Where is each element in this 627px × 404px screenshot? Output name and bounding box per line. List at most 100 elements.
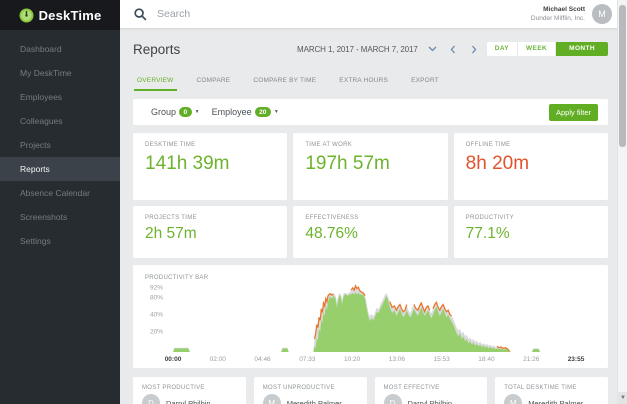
- range-day-button[interactable]: DAY: [487, 42, 518, 56]
- search-icon: [134, 8, 147, 21]
- sidebar-item-my-desktime[interactable]: My DeskTime: [0, 61, 120, 85]
- content: Reports MARCH 1, 2017 - MARCH 7, 2017 DA…: [120, 28, 627, 404]
- svg-text:18:40: 18:40: [478, 356, 495, 363]
- stat-label: OFFLINE TIME: [466, 142, 596, 148]
- scrollbar-thumb[interactable]: [619, 5, 626, 147]
- desktime-logo-icon: [19, 8, 34, 23]
- svg-text:13:06: 13:06: [389, 356, 406, 363]
- stat-card-offline-time: OFFLINE TIME 8h 20m: [454, 133, 608, 200]
- group-count-badge: 0: [179, 107, 192, 117]
- svg-text:40%: 40%: [150, 312, 163, 319]
- svg-text:23:55: 23:55: [568, 356, 585, 363]
- stat-value: 141h 39m: [145, 153, 275, 175]
- card-most-effective: MOST EFFECTIVE D Darryl Philbin: [375, 377, 488, 404]
- user-info[interactable]: Michael Scott Dunder Mifflin, Inc.: [531, 5, 585, 23]
- svg-text:04:46: 04:46: [254, 356, 271, 363]
- stat-card-desktime-time: DESKTIME TIME 141h 39m: [133, 133, 287, 200]
- card-most-productive: MOST PRODUCTIVE D Darryl Philbin: [133, 377, 246, 404]
- date-range[interactable]: MARCH 1, 2017 - MARCH 7, 2017: [297, 45, 418, 54]
- tabs: OVERVIEW COMPARE COMPARE BY TIME EXTRA H…: [133, 70, 608, 99]
- stat-label: EFFECTIVENESS: [305, 215, 435, 221]
- topbar: Michael Scott Dunder Mifflin, Inc. M: [120, 0, 627, 28]
- range-toggle: DAY WEEK MONTH: [487, 42, 608, 56]
- sidebar-menu: Dashboard My DeskTime Employees Colleagu…: [0, 30, 120, 253]
- group-filter-label[interactable]: Group: [151, 107, 176, 117]
- logo-text: DeskTime: [39, 8, 102, 23]
- apply-filter-button[interactable]: Apply filter: [549, 104, 598, 121]
- productivity-bar-chart[interactable]: 92% 80% 40% 20% 00:00 02:00 04:46 07:33 10:20 13:…: [133, 265, 602, 368]
- bcard-label: MOST UNPRODUCTIVE: [263, 385, 358, 391]
- stat-value: 77.1%: [466, 225, 596, 243]
- employee-name[interactable]: Darryl Philbin: [408, 399, 453, 404]
- tab-compare[interactable]: COMPARE: [194, 77, 234, 89]
- sidebar-item-absence-calendar[interactable]: Absence Calendar: [0, 181, 120, 205]
- sidebar-item-colleagues[interactable]: Colleagues: [0, 109, 120, 133]
- avatar: D: [142, 394, 160, 404]
- employee-name[interactable]: Meredith Palmer: [528, 399, 583, 404]
- employee-filter-label[interactable]: Employee: [212, 107, 252, 117]
- range-week-button[interactable]: WEEK: [518, 42, 556, 56]
- sidebar: DeskTime Dashboard My DeskTime Employees…: [0, 0, 120, 404]
- stats-row-1: DESKTIME TIME 141h 39m TIME AT WORK 197h…: [133, 133, 608, 200]
- sidebar-item-projects[interactable]: Projects: [0, 133, 120, 157]
- sidebar-item-screenshots[interactable]: Screenshots: [0, 205, 120, 229]
- employee-name[interactable]: Meredith Palmer: [287, 399, 342, 404]
- svg-text:10:20: 10:20: [344, 356, 361, 363]
- user-name: Michael Scott: [531, 5, 585, 14]
- svg-text:02:00: 02:00: [210, 356, 227, 363]
- svg-text:00:00: 00:00: [165, 356, 182, 363]
- stat-card-effectiveness: EFFECTIVENESS 48.76%: [293, 206, 447, 258]
- prev-period-icon[interactable]: [450, 45, 456, 54]
- scrollbar[interactable]: ▼: [617, 0, 627, 404]
- tab-extra-hours[interactable]: EXTRA HOURS: [336, 77, 391, 89]
- tab-export[interactable]: EXPORT: [408, 77, 442, 89]
- avatar: M: [504, 394, 522, 404]
- range-month-button[interactable]: MONTH: [556, 42, 608, 56]
- bcard-label: TOTAL DESKTIME TIME: [504, 385, 599, 391]
- sidebar-item-dashboard[interactable]: Dashboard: [0, 37, 120, 61]
- stat-value: 8h 20m: [466, 153, 596, 175]
- svg-text:80%: 80%: [150, 295, 163, 302]
- svg-text:20%: 20%: [150, 329, 163, 336]
- tab-overview[interactable]: OVERVIEW: [134, 77, 177, 91]
- stat-label: TIME AT WORK: [305, 142, 435, 148]
- employee-name[interactable]: Darryl Philbin: [166, 399, 211, 404]
- bottom-cards: MOST PRODUCTIVE D Darryl Philbin MOST UN…: [133, 377, 608, 404]
- stat-card-time-at-work: TIME AT WORK 197h 57m: [293, 133, 447, 200]
- avatar: M: [263, 394, 281, 404]
- sidebar-item-settings[interactable]: Settings: [0, 229, 120, 253]
- avatar: D: [384, 394, 402, 404]
- stat-value: 48.76%: [305, 225, 435, 243]
- sidebar-item-employees[interactable]: Employees: [0, 85, 120, 109]
- employee-caret-icon[interactable]: ▼: [274, 109, 279, 115]
- tab-compare-by-time[interactable]: COMPARE BY TIME: [250, 77, 319, 89]
- search-input[interactable]: [157, 8, 531, 20]
- svg-text:21:26: 21:26: [523, 356, 540, 363]
- main: Michael Scott Dunder Mifflin, Inc. M Rep…: [120, 0, 627, 404]
- logo[interactable]: DeskTime: [0, 0, 120, 30]
- stat-label: PRODUCTIVITY: [466, 215, 596, 221]
- stats-row-2: PROJECTS TIME 2h 57m EFFECTIVENESS 48.76…: [133, 206, 608, 258]
- scrollbar-down-arrow[interactable]: ▼: [618, 392, 627, 404]
- svg-text:15:53: 15:53: [434, 356, 451, 363]
- page-header: Reports MARCH 1, 2017 - MARCH 7, 2017 DA…: [133, 28, 608, 70]
- user-company: Dunder Mifflin, Inc.: [531, 14, 585, 23]
- app: DeskTime Dashboard My DeskTime Employees…: [0, 0, 627, 404]
- next-period-icon[interactable]: [471, 45, 477, 54]
- page-title: Reports: [133, 42, 180, 57]
- stat-card-productivity: PRODUCTIVITY 77.1%: [454, 206, 608, 258]
- productivity-bar-card: PRODUCTIVITY BAR 92%80%40%20%00:0002:000…: [133, 265, 608, 368]
- date-dropdown-icon[interactable]: [428, 46, 437, 52]
- bcard-label: MOST PRODUCTIVE: [142, 385, 237, 391]
- card-most-unproductive: MOST UNPRODUCTIVE M Meredith Palmer: [254, 377, 367, 404]
- sidebar-item-reports[interactable]: Reports: [0, 157, 120, 181]
- stat-value: 2h 57m: [145, 225, 275, 243]
- employee-count-badge: 20: [255, 107, 271, 117]
- svg-text:07:33: 07:33: [299, 356, 316, 363]
- user-avatar[interactable]: M: [592, 4, 612, 24]
- stat-label: DESKTIME TIME: [145, 142, 275, 148]
- svg-text:92%: 92%: [150, 285, 163, 292]
- stat-value: 197h 57m: [305, 153, 435, 175]
- card-total-desktime-time: TOTAL DESKTIME TIME M Meredith Palmer: [495, 377, 608, 404]
- group-caret-icon[interactable]: ▼: [195, 109, 200, 115]
